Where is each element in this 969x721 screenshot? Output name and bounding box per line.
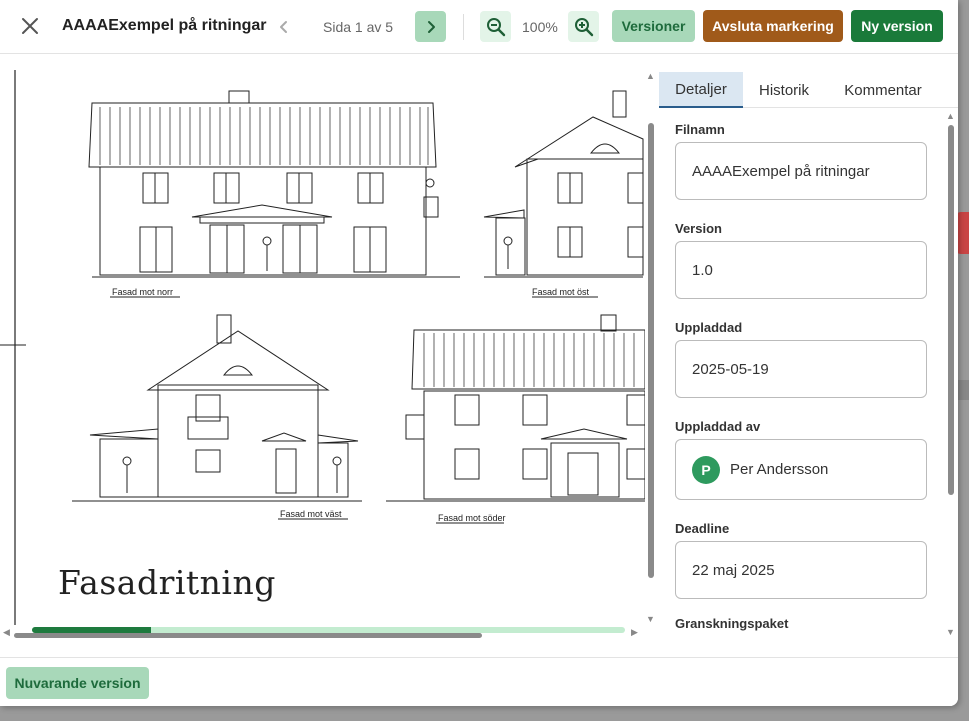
- chevron-left-icon: [279, 20, 287, 33]
- zoom-level: 100%: [522, 19, 558, 35]
- zoom-in-button[interactable]: [568, 11, 599, 42]
- next-page-button[interactable]: [415, 11, 446, 42]
- toolbar: AAAAExempel på ritningar Sida 1 av 5 100…: [0, 0, 958, 54]
- tab-details[interactable]: Detaljer: [659, 72, 743, 108]
- drawing-label-south: Fasad mot söder: [438, 513, 506, 523]
- details-panel: Detaljer Historik Kommentar Filnamn AAAA…: [659, 72, 958, 644]
- close-button[interactable]: [16, 12, 44, 40]
- drawing-label-east: Fasad mot öst: [532, 287, 590, 297]
- current-version-button[interactable]: Nuvarande version: [6, 667, 149, 699]
- previous-page-button[interactable]: [268, 11, 299, 42]
- versions-button[interactable]: Versioner: [612, 10, 695, 42]
- tab-history[interactable]: Historik: [743, 72, 825, 108]
- footer: Nuvarande version: [0, 657, 958, 706]
- filename-label: Filnamn: [675, 122, 725, 137]
- panel-scrollbar[interactable]: ▲ ▼: [946, 112, 956, 640]
- uploaded-by-field[interactable]: P Per Andersson: [675, 439, 927, 500]
- uploaded-field[interactable]: 2025-05-19: [675, 340, 927, 398]
- version-field[interactable]: 1.0: [675, 241, 927, 299]
- tab-comments[interactable]: Kommentar: [825, 72, 941, 108]
- document-title: AAAAExempel på ritningar: [62, 17, 267, 34]
- uploaded-by-name: Per Andersson: [730, 461, 829, 478]
- new-version-button[interactable]: Ny version: [851, 10, 943, 42]
- close-icon: [22, 18, 38, 34]
- end-marking-button[interactable]: Avsluta markering: [703, 10, 843, 42]
- drawing-title: Fasadritning: [58, 563, 276, 602]
- toolbar-divider: [463, 14, 464, 40]
- filename-field[interactable]: AAAAExempel på ritningar: [675, 142, 927, 200]
- page-indicator: Sida 1 av 5: [323, 19, 394, 35]
- chevron-right-icon: [427, 20, 435, 33]
- zoom-out-button[interactable]: [480, 11, 511, 42]
- document-canvas[interactable]: Fasad mot norr Fasad mot öst Fasad mot v…: [0, 55, 658, 645]
- deadline-field[interactable]: 22 maj 2025: [675, 541, 927, 599]
- uploaded-by-label: Uppladdad av: [675, 419, 761, 434]
- version-label: Version: [675, 221, 722, 236]
- viewer-horizontal-scrollbar[interactable]: ◀ ▶: [0, 627, 645, 641]
- deadline-label: Deadline: [675, 521, 730, 536]
- avatar: P: [692, 455, 720, 484]
- drawing-label-west: Fasad mot väst: [280, 509, 342, 519]
- details-fields: Filnamn AAAAExempel på ritningar Version…: [675, 122, 927, 636]
- facade-drawing: Fasad mot norr Fasad mot öst Fasad mot v…: [0, 70, 645, 625]
- horizontal-scroll-thumb[interactable]: [14, 633, 482, 638]
- panel-tabs: Detaljer Historik Kommentar: [659, 72, 958, 108]
- scroll-right-arrow[interactable]: ▶: [631, 628, 638, 637]
- zoom-in-icon: [574, 17, 593, 36]
- document-viewer-modal: AAAAExempel på ritningar Sida 1 av 5 100…: [0, 0, 958, 706]
- uploaded-label: Uppladdad: [675, 320, 743, 335]
- scroll-up-arrow[interactable]: ▲: [646, 72, 655, 81]
- panel-scroll-down-arrow[interactable]: ▼: [946, 628, 955, 637]
- zoom-out-icon: [486, 17, 505, 36]
- panel-scroll-thumb[interactable]: [948, 125, 954, 495]
- viewer-vertical-scrollbar[interactable]: ▲ ▼: [645, 72, 655, 625]
- review-package-label: Granskningspaket: [675, 616, 789, 631]
- scroll-left-arrow[interactable]: ◀: [3, 628, 10, 637]
- panel-scroll-up-arrow[interactable]: ▲: [946, 112, 955, 121]
- scroll-down-arrow[interactable]: ▼: [646, 615, 655, 624]
- drawing-label-north: Fasad mot norr: [112, 287, 173, 297]
- viewer-scroll-thumb[interactable]: [648, 123, 654, 578]
